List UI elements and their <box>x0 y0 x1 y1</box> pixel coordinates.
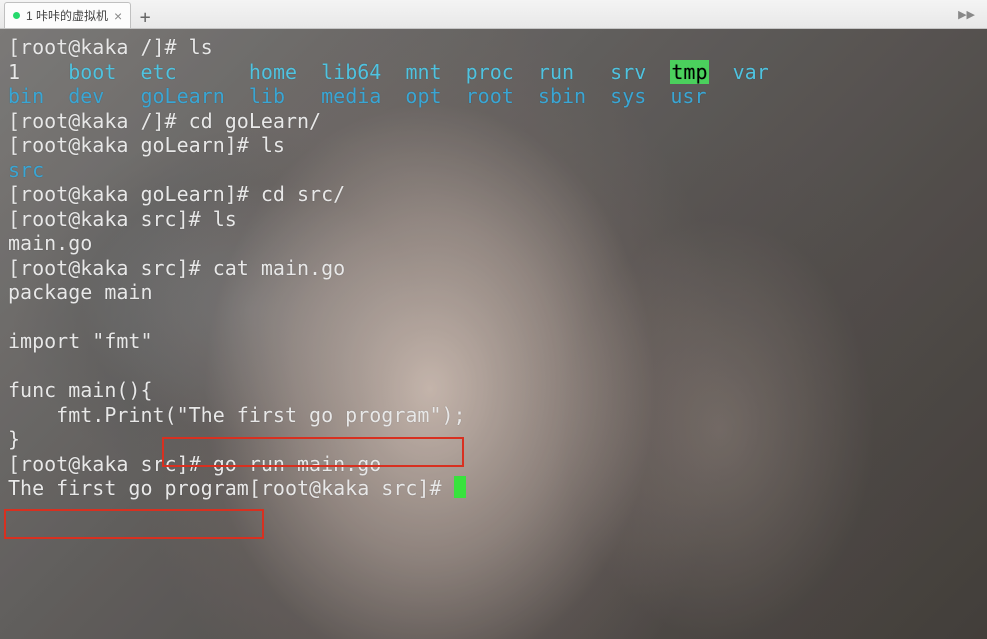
terminal-viewport[interactable]: [root@kaka /]# ls 1 boot etc home lib64 … <box>0 29 987 639</box>
add-tab-button[interactable]: + <box>135 6 155 28</box>
tab-bar: 1 咔咔的虚拟机 × + ▶▶ <box>0 0 987 29</box>
ls-entry: 1 <box>8 60 20 84</box>
tab-title: 1 咔咔的虚拟机 <box>26 7 108 24</box>
source-line: package main <box>8 280 153 304</box>
ls-entry: usr <box>670 84 706 108</box>
prompt: [root@kaka /]# <box>8 109 189 133</box>
tab-active[interactable]: 1 咔咔的虚拟机 × <box>4 2 131 28</box>
prompt: [root@kaka src]# <box>8 207 213 231</box>
command: ls <box>213 207 237 231</box>
ls-entry: dev <box>68 84 104 108</box>
source-line: fmt.Print(" <box>8 403 189 427</box>
source-line: "); <box>429 403 465 427</box>
source-string-literal: The first go program <box>189 403 430 427</box>
command: cd src/ <box>261 182 345 206</box>
ls-entry: src <box>8 158 44 182</box>
overflow-chevron-icon[interactable]: ▶▶ <box>958 8 975 21</box>
command: go run main.go <box>213 452 382 476</box>
ls-entry: proc <box>466 60 514 84</box>
command: cat main.go <box>213 256 345 280</box>
prompt: [root@kaka goLearn]# <box>8 182 261 206</box>
plus-icon: + <box>140 7 151 28</box>
ls-entry: media <box>321 84 381 108</box>
command: ls <box>189 35 213 59</box>
ls-entry: mnt <box>405 60 441 84</box>
prompt: [root@kaka /]# <box>8 35 189 59</box>
ls-entry: bin <box>8 84 44 108</box>
prompt: [root@kaka src]# <box>249 476 454 500</box>
program-output: The first go program <box>8 476 249 500</box>
ls-entry: goLearn <box>140 84 224 108</box>
ls-entry: root <box>466 84 514 108</box>
source-line: } <box>8 427 20 451</box>
ls-entry: lib <box>249 84 285 108</box>
ls-entry: home <box>249 60 297 84</box>
ls-entry: etc <box>140 60 176 84</box>
ls-entry-tmp: tmp <box>670 60 708 84</box>
terminal-cursor-icon <box>454 476 466 498</box>
prompt: [root@kaka src]# <box>8 452 213 476</box>
ls-entry: run <box>538 60 574 84</box>
close-icon[interactable]: × <box>114 8 122 24</box>
source-line: import "fmt" <box>8 329 153 353</box>
ls-entry: boot <box>68 60 116 84</box>
command: cd goLearn/ <box>189 109 321 133</box>
source-line: func main(){ <box>8 378 153 402</box>
prompt: [root@kaka goLearn]# <box>8 133 261 157</box>
ls-entry: opt <box>405 84 441 108</box>
ls-entry: srv <box>610 60 646 84</box>
status-dot-icon <box>13 12 20 19</box>
prompt: [root@kaka src]# <box>8 256 213 280</box>
ls-entry: var <box>733 60 769 84</box>
terminal-text: [root@kaka /]# ls 1 boot etc home lib64 … <box>0 29 987 501</box>
ls-entry: main.go <box>8 231 92 255</box>
ls-entry: sys <box>610 84 646 108</box>
ls-entry: lib64 <box>321 60 381 84</box>
command: ls <box>261 133 285 157</box>
ls-entry: sbin <box>538 84 586 108</box>
